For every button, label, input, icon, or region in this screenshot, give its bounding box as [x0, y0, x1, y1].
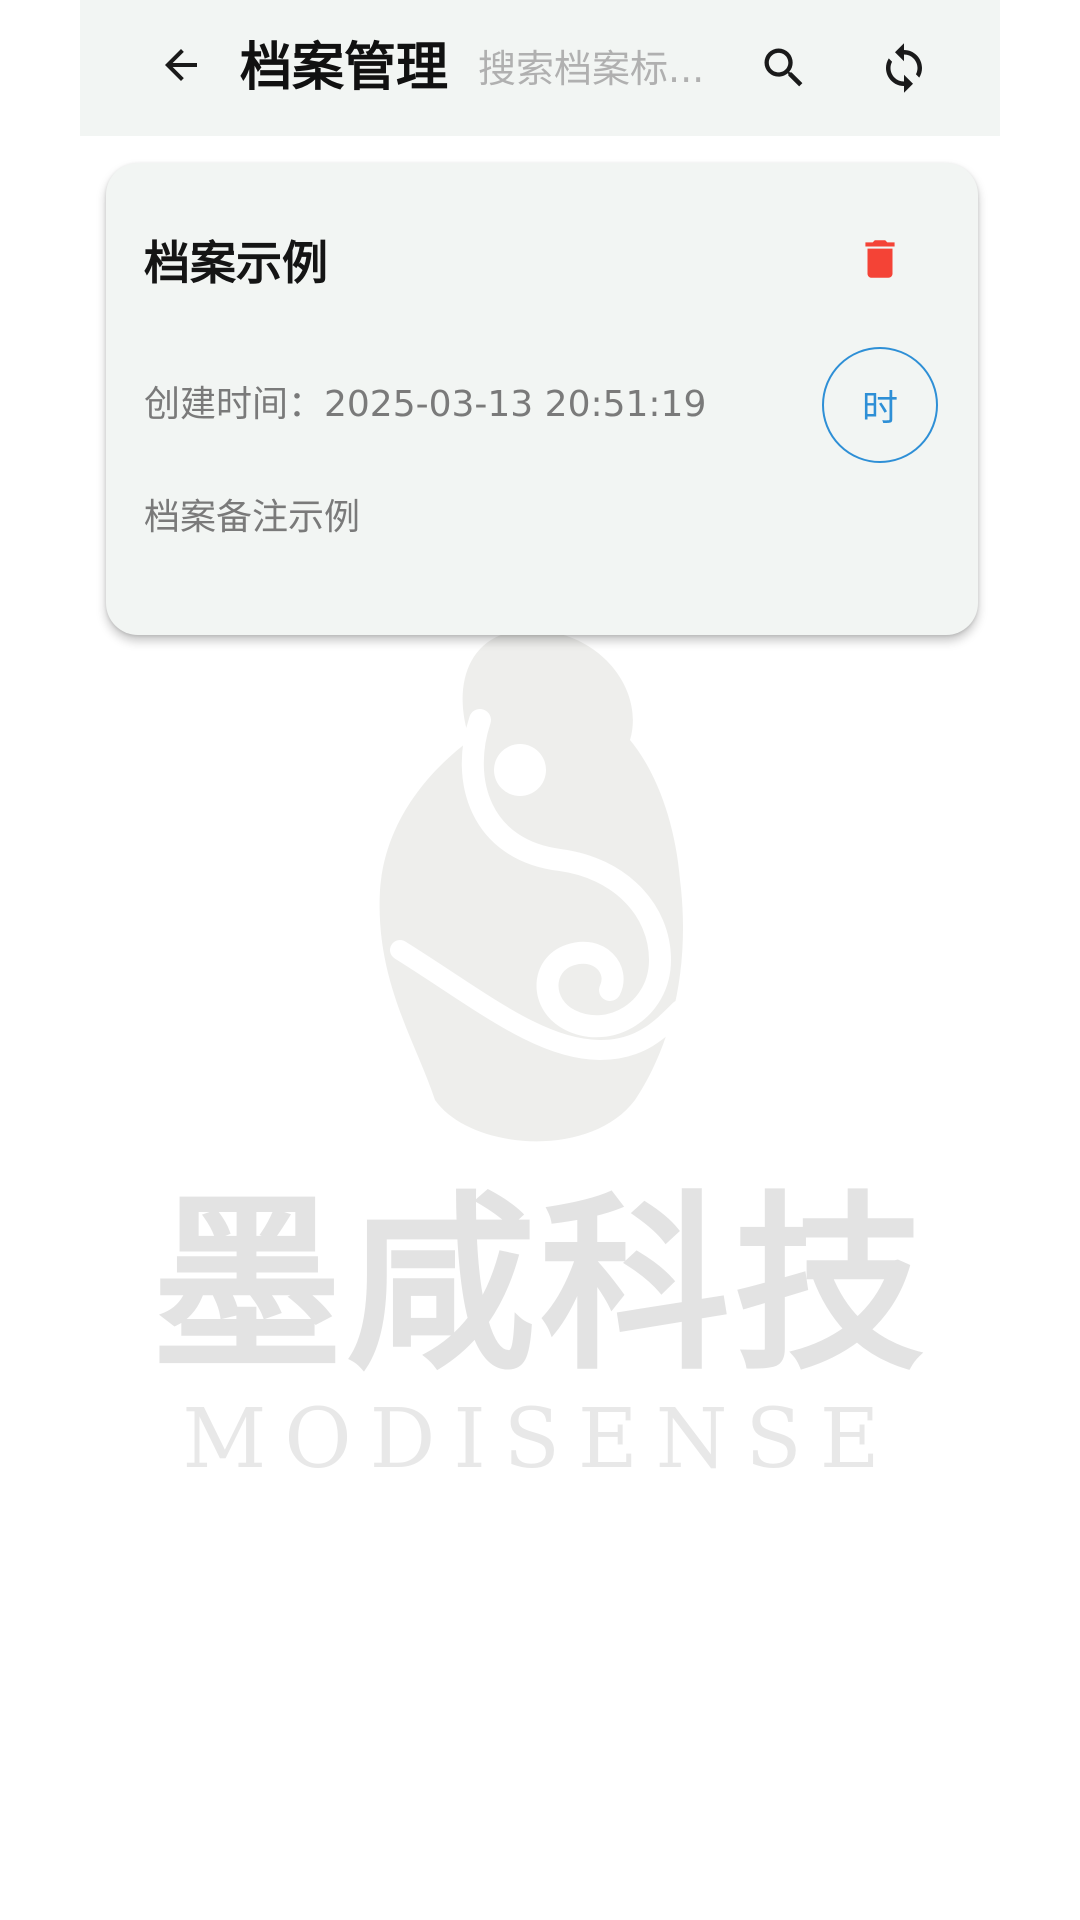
record-title: 档案示例 [144, 236, 328, 290]
search-button[interactable] [754, 38, 814, 98]
time-button[interactable]: 时 [822, 347, 938, 463]
watermark-brand-cn: 墨咸科技 [151, 1173, 928, 1396]
page-title: 档案管理 [240, 38, 449, 98]
time-button-label: 时 [861, 388, 898, 429]
watermark-brand-en: MODISENSE [182, 1392, 898, 1487]
record-created-time: 创建时间：2025-03-13 20:51:19 [144, 384, 707, 425]
record-card[interactable]: 档案示例 创建时间：2025-03-13 20:51:19 时 档案备注示例 [106, 163, 978, 635]
arrow-left-icon [165, 49, 197, 81]
delete-button[interactable] [848, 227, 912, 291]
refresh-button[interactable] [872, 36, 936, 100]
search-icon [764, 48, 803, 87]
back-button[interactable] [150, 34, 212, 96]
brand-logo-icon [379, 630, 690, 1142]
record-note: 档案备注示例 [144, 497, 361, 538]
trash-icon [865, 240, 895, 278]
refresh-icon [886, 43, 922, 93]
watermark: 墨咸科技 MODISENSE [0, 600, 1080, 1485]
search-input[interactable] [478, 38, 728, 100]
